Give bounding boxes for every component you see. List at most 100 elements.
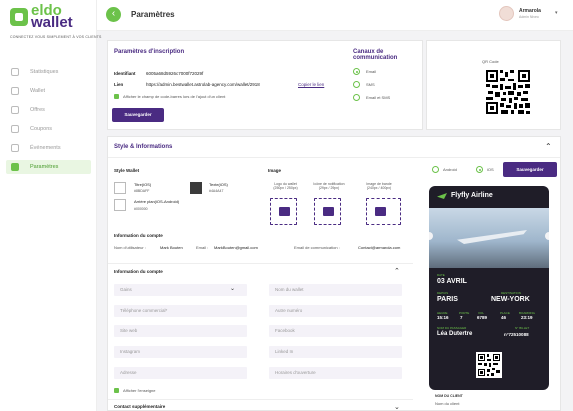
account-title: Information du compte [114,233,163,238]
background-color-label: Arrière plan(iOS-Android) [134,199,180,204]
logo-upload-image-icon[interactable] [270,198,297,225]
divider [108,399,413,400]
gains-select[interactable]: Gains [114,284,247,296]
sidebar-item-coupons[interactable]: Coupons [6,122,91,136]
linkedin-field[interactable]: Linked In [269,346,402,358]
show-brand-label: Afficher l'enseigne [123,388,156,393]
sidebar-item-label: Paramètres [30,164,59,170]
channels-title: Canaux de communication [353,49,398,61]
website-field[interactable]: Site web [114,325,247,337]
sidebar-item-evenements[interactable]: Événements [6,141,91,155]
chart-icon [11,68,19,76]
android-radio[interactable] [432,166,439,173]
channel-sms-label: SMS [366,82,375,87]
channel-sms-radio[interactable] [353,81,360,88]
logo-image-label: Logo du wallet (250px / 250px) [273,182,298,190]
sidebar: eldo wallet CONNECTEZ VOUS SIMPLEMENT À … [0,0,101,411]
title-color-swatch[interactable] [114,182,126,194]
text-color-swatch[interactable] [190,182,202,194]
date-label: DATE [437,273,445,277]
wallet-name-field[interactable]: Nom du wallet [269,284,402,296]
notification-upload-image-icon[interactable] [314,198,341,225]
sidebar-item-parametres[interactable]: Paramètres [6,160,91,174]
from-value: PARIS [437,296,458,303]
opening-hours-field[interactable]: Horaires d'ouverture [269,367,402,379]
carousel-next-icon[interactable] [545,232,549,240]
sidebar-item-offres[interactable]: Offres [6,103,91,117]
coupon-icon [11,125,19,133]
copy-link-button[interactable]: Copier le lien [298,82,324,87]
page-title: Paramètres [131,10,175,19]
wallet-logo-icon [10,8,28,26]
email-value: MarkBouten@gmail.com [214,245,258,250]
brand-logo[interactable]: eldo wallet [31,3,73,31]
channel-email-radio[interactable] [353,68,360,75]
strip-upload-image-icon[interactable] [366,198,401,225]
back-button[interactable]: ‹ [106,7,121,22]
other-number-field[interactable]: Autre numéro [269,305,402,317]
vol-value: 6789 [477,315,488,320]
username-value: Mark Bouten [160,245,183,250]
strip-image-label: Image de bande (240px / 400px) [366,182,392,190]
sidebar-item-label: Événements [30,145,61,151]
username-label: Nom d'utilisateur : [114,245,146,250]
save-style-button[interactable]: Sauvegarder [503,162,557,177]
lien-value: https://admin.bestwallet.astrolab-agency… [146,82,260,87]
comm-email-label: Email de communication : [294,245,340,250]
client-label: NOM DU CLIENT [435,394,463,398]
instagram-field[interactable]: Instagram [114,346,247,358]
identifiant-value: 6005a68d5926c7000f72029f [146,71,204,76]
style-title: Style & Informations [114,144,173,150]
channel-email-sms-radio[interactable] [353,94,360,101]
strip-image [429,208,549,268]
sidebar-item-label: Coupons [30,126,53,132]
chevron-up-icon[interactable]: ⌃ [545,142,552,151]
passenger-label: NOM DU PASSAGER [437,326,467,330]
show-brand-checkbox[interactable] [114,388,119,393]
save-inscription-button[interactable]: Sauvegarder [112,108,164,122]
avatar[interactable] [499,6,514,21]
chevron-down-icon[interactable]: ⌄ [394,403,400,411]
chevron-left-icon: ‹ [111,8,116,19]
airplane-wing-icon [457,230,527,244]
text-color-value: #4A4A47 [209,189,224,193]
divider [108,263,413,264]
chevron-down-icon[interactable]: ▾ [555,10,558,16]
image-title: Image [268,168,282,173]
divider [108,157,560,158]
background-color-value: #000000 [134,207,148,211]
top-header: ‹ Paramètres Armarola Admin Niveo ▾ [97,0,573,31]
address-field[interactable]: Adresse [114,367,247,379]
ios-radio[interactable] [476,166,483,173]
commercial-phone-field[interactable]: Téléphone commercial* [114,305,247,317]
ticket-label: N° BILLET [515,326,530,330]
sidebar-item-statistiques[interactable]: Statistiques [6,65,91,79]
card-qr-code-icon [476,352,502,378]
wallet-card-preview: Flyfly Airline DATE 03 AVRIL DEPUIS PARI… [429,186,549,390]
channel-email-sms-label: Email et SMS [366,95,391,100]
wallet-icon [11,87,19,95]
sidebar-item-wallet[interactable]: Wallet [6,84,91,98]
barcode-label: Afficher le champ de code-barres lors de… [123,94,226,99]
user-name: Armarola [519,8,541,14]
tag-icon [11,106,19,114]
background-color-swatch[interactable] [114,199,126,211]
ios-label: iOS [487,167,494,172]
siege-value: 46 [501,315,507,320]
email-label: Email : [196,245,209,250]
qr-card: QR Code [426,40,561,130]
sidebar-item-label: Offres [30,107,45,113]
facebook-field[interactable]: Facebook [269,325,402,337]
contact-title: Contact supplémentaire [114,404,166,409]
date-value: 03 AVRIL [437,278,467,285]
sidebar-item-label: Statistiques [30,69,59,75]
brand-wallet: wallet [31,14,73,31]
notification-image-label: Icône de notification (29px / 29px) [313,182,345,190]
boarding-value: 23:19 [521,315,533,320]
barcode-checkbox[interactable] [114,94,119,99]
identifiant-label: Identifiant [114,71,136,76]
chevron-up-icon[interactable]: ⌃ [394,267,400,275]
lien-label: Lien [114,82,124,87]
channel-email-label: Email [366,69,377,74]
title-color-value: #8BDAFF [134,189,150,193]
